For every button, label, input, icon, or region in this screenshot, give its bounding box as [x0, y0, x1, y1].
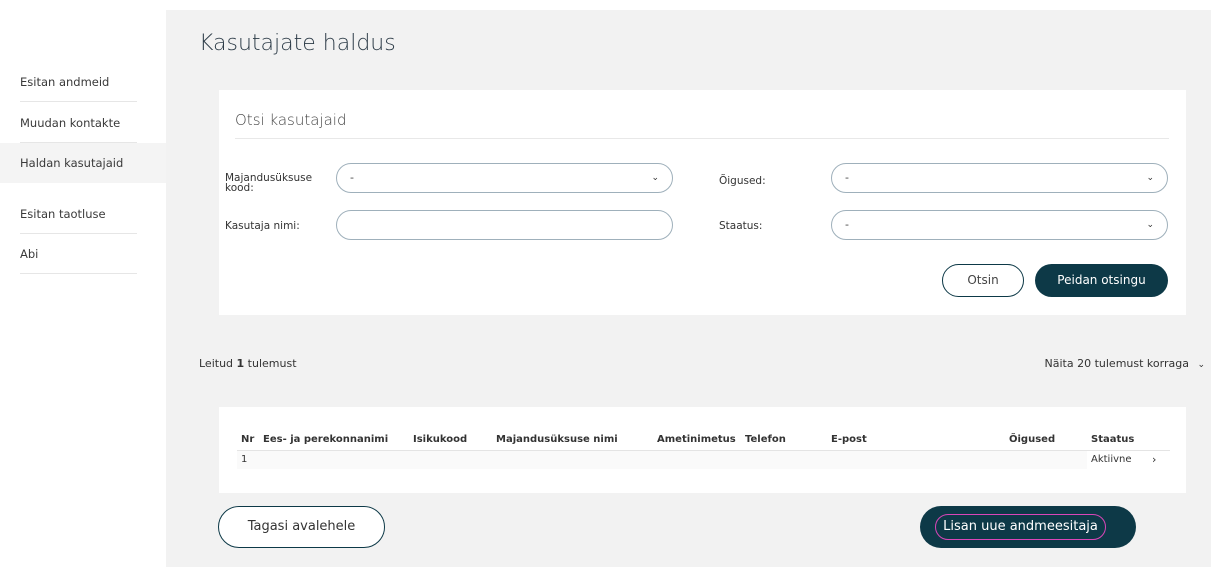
chevron-down-icon: ⌄ [1197, 360, 1205, 370]
col-id-code: Isikukood [413, 434, 468, 446]
cell-nr: 1 [237, 449, 259, 469]
col-unit-name: Majandusüksuse nimi [496, 434, 618, 446]
sidebar-item-muudan-kontakte[interactable]: Muudan kontakte [20, 103, 137, 143]
status-label: Staatus: [719, 220, 763, 232]
status-select[interactable]: - ⌄ [831, 210, 1168, 240]
user-name-input[interactable] [336, 210, 673, 240]
row-open-button[interactable]: › [1148, 449, 1170, 469]
cell-status: Aktiivne [1087, 449, 1148, 469]
cell-position [653, 449, 741, 469]
add-data-submitter-button[interactable]: Lisan uue andmeesitaja [920, 506, 1136, 548]
unit-code-value: - [350, 171, 354, 184]
divider [235, 138, 1169, 139]
sidebar-item-abi[interactable]: Abi [20, 234, 137, 274]
results-count-suffix: tulemust [244, 357, 297, 370]
cell-rights [1005, 449, 1087, 469]
results-table: Nr Ees- ja perekonnanimi Isikukood Majan… [237, 430, 1170, 469]
sidebar-item-esitan-andmeid[interactable]: Esitan andmeid [20, 62, 137, 102]
search-card-title: Otsi kasutajaid [235, 111, 347, 129]
page-size-label: Näita 20 tulemust korraga [1044, 357, 1189, 370]
results-count-prefix: Leitud [199, 357, 237, 370]
col-email: E-post [831, 434, 867, 446]
sidebar-item-haldan-kasutajaid[interactable]: Haldan kasutajaid [0, 143, 166, 183]
chevron-down-icon: ⌄ [1146, 220, 1154, 230]
chevron-right-icon: › [1152, 453, 1157, 467]
chevron-down-icon: ⌄ [1146, 173, 1154, 183]
cell-email [827, 449, 1005, 469]
col-name: Ees- ja perekonnanimi [263, 434, 389, 446]
results-table-card: Nr Ees- ja perekonnanimi Isikukood Majan… [219, 407, 1186, 493]
col-rights: Õigused [1009, 434, 1056, 446]
cell-phone [741, 449, 827, 469]
search-button[interactable]: Otsin [942, 264, 1024, 297]
cell-unit-name [492, 449, 653, 469]
sidebar-item-esitan-taotluse[interactable]: Esitan taotluse [20, 194, 137, 234]
add-data-submitter-label: Lisan uue andmeesitaja [935, 514, 1106, 540]
unit-code-select[interactable]: - ⌄ [336, 163, 673, 193]
status-value: - [845, 218, 849, 231]
table-row[interactable]: 1 Aktiivne › [237, 449, 1170, 469]
rights-select[interactable]: - ⌄ [831, 163, 1168, 193]
col-position: Ametinimetus [657, 434, 736, 446]
cell-name [259, 449, 409, 469]
hide-search-button[interactable]: Peidan otsingu [1035, 264, 1168, 297]
col-nr: Nr [241, 434, 255, 446]
rights-value: - [845, 171, 849, 184]
table-header-row: Nr Ees- ja perekonnanimi Isikukood Majan… [237, 430, 1170, 450]
sidebar: Esitan andmeid Muudan kontakte Haldan ka… [0, 0, 166, 567]
search-card: Otsi kasutajaid Majandusüksuse kood: - ⌄… [219, 90, 1186, 315]
chevron-down-icon: ⌄ [651, 173, 659, 183]
rights-label: Õigused: [719, 175, 766, 187]
col-phone: Telefon [745, 434, 786, 446]
main-content: Kasutajate haldus Otsi kasutajaid Majand… [166, 10, 1211, 567]
unit-code-label: Majandusüksuse kood: [225, 172, 313, 194]
col-action [1148, 430, 1170, 450]
user-name-label: Kasutaja nimi: [225, 220, 300, 232]
col-status: Staatus [1091, 434, 1135, 446]
results-count: Leitud 1 tulemust [199, 357, 297, 370]
cell-id-code [409, 449, 492, 469]
page-title: Kasutajate haldus [199, 31, 396, 56]
page-size-select[interactable]: Näita 20 tulemust korraga ⌄ [1045, 357, 1205, 370]
back-to-home-button[interactable]: Tagasi avalehele [218, 506, 385, 548]
